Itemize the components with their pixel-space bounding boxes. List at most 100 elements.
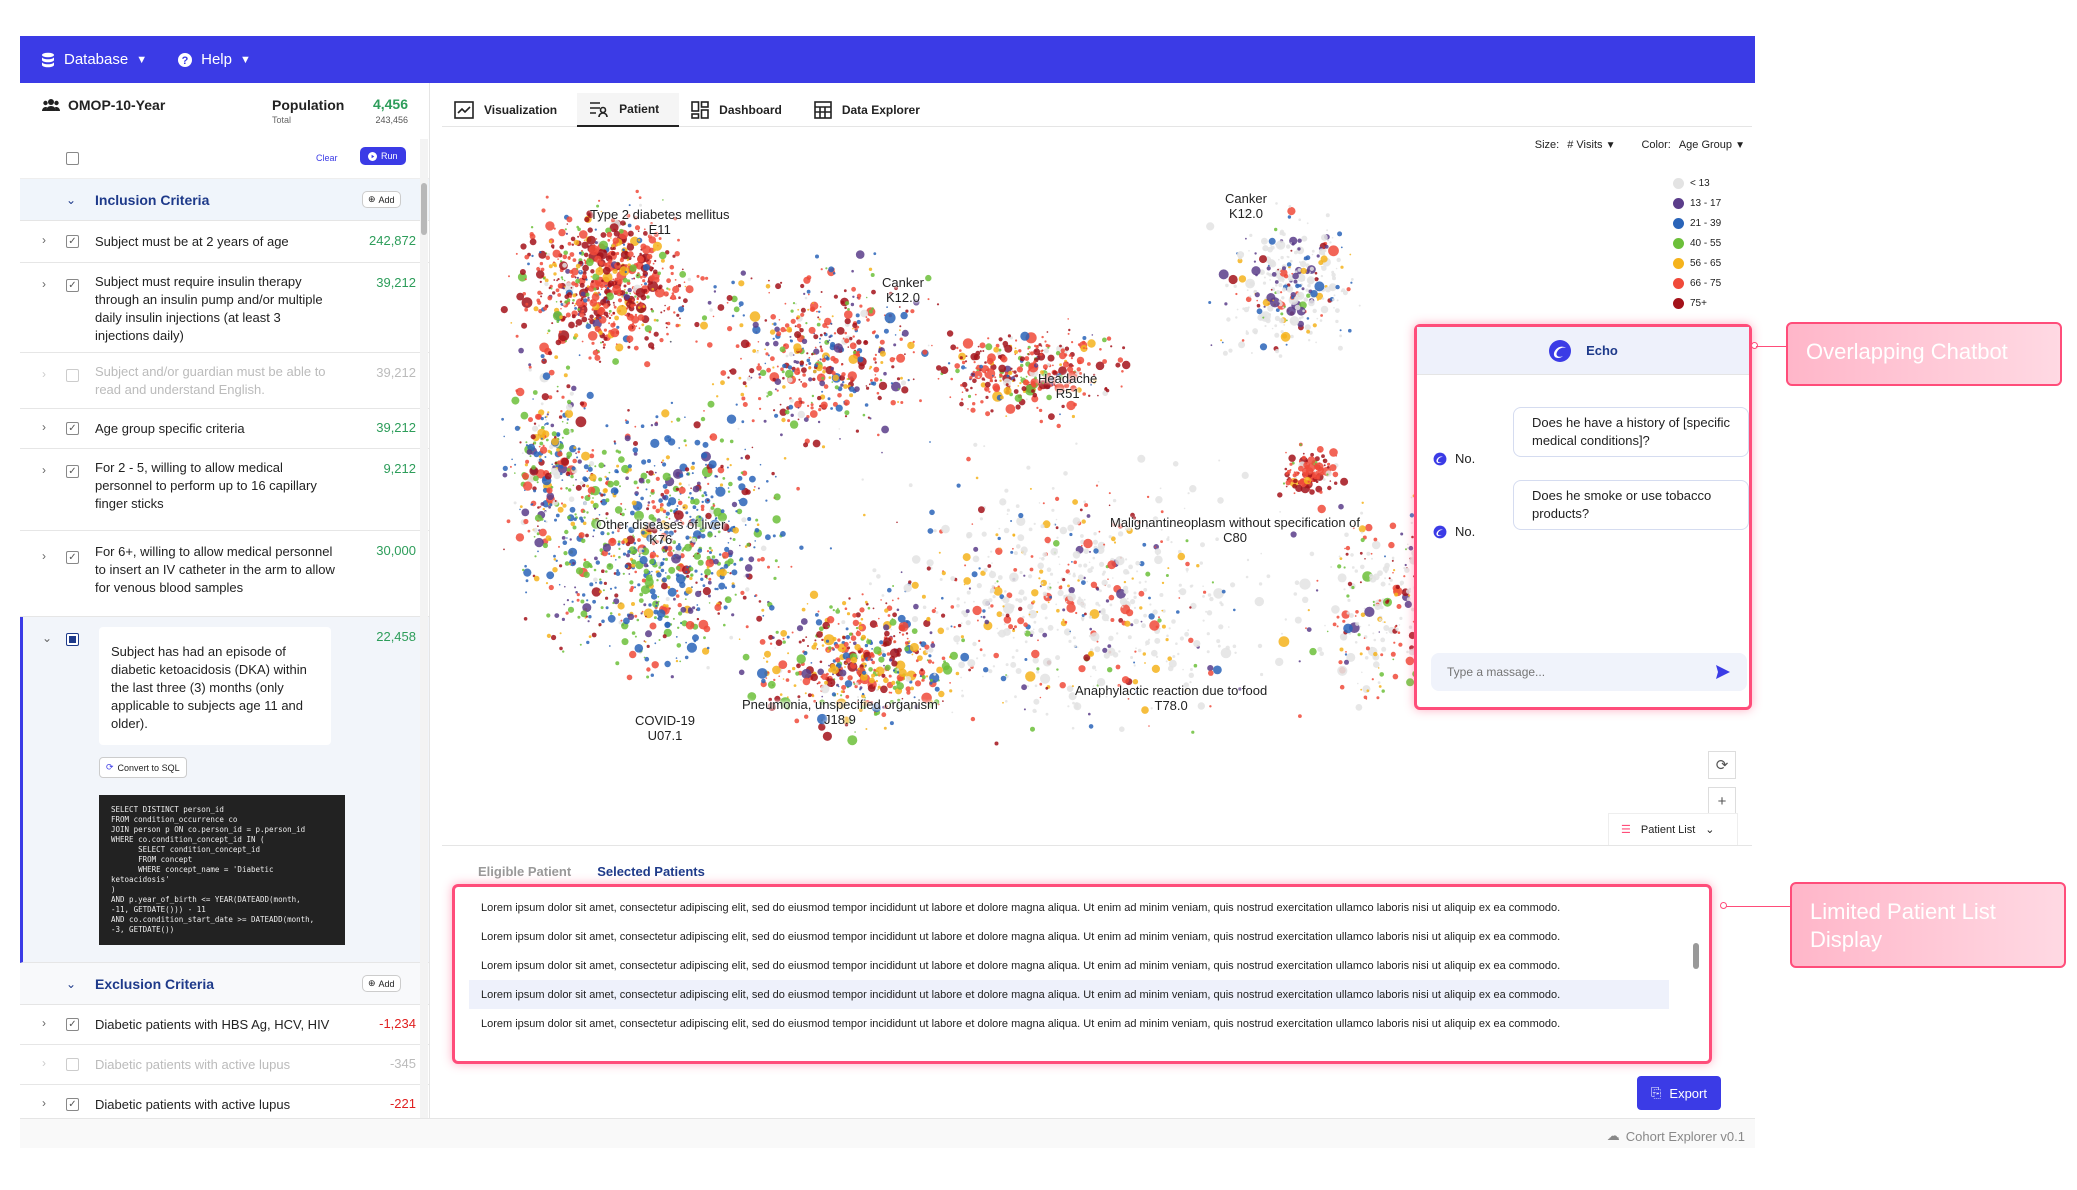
criteria-item[interactable]: › Subject and/or guardian must be able t… — [20, 353, 429, 409]
scatter-point — [1087, 362, 1091, 366]
convert-to-sql-button[interactable]: ⟳ Convert to SQL — [99, 757, 187, 778]
scatter-point — [563, 250, 568, 256]
color-select[interactable]: Color: Age Group ▼ — [1641, 139, 1745, 151]
clear-button[interactable]: Clear — [316, 153, 338, 163]
scatter-point — [894, 334, 897, 336]
criteria-checkbox[interactable] — [66, 422, 79, 435]
chevron-down-icon[interactable]: ⌄ — [42, 631, 52, 645]
criteria-item[interactable]: › Subject must require insulin therapy t… — [20, 263, 429, 353]
inclusion-header[interactable]: ⌄ Inclusion Criteria ⊕ Add — [20, 179, 429, 221]
answer-text: No. — [1455, 524, 1476, 539]
scatter-point — [589, 314, 594, 319]
tab-visualization[interactable]: Visualization — [442, 93, 577, 127]
chat-input[interactable] — [1447, 665, 1687, 679]
tab-selected-patients[interactable]: Selected Patients — [597, 864, 705, 879]
scatter-point — [784, 329, 787, 332]
scatter-point — [533, 527, 538, 533]
chevron-right-icon[interactable]: › — [42, 549, 46, 563]
list-item[interactable]: Lorem ipsum dolor sit amet, consectetur … — [469, 1009, 1669, 1038]
scatter-point — [880, 685, 888, 694]
chevron-right-icon[interactable]: › — [42, 1056, 46, 1070]
sidebar-scrollbar[interactable] — [420, 139, 428, 1118]
scatter-point — [598, 360, 602, 363]
scatter-point — [657, 595, 660, 598]
add-exclusion-button[interactable]: ⊕ Add — [362, 975, 401, 992]
scatter-point — [1291, 296, 1294, 300]
scatter-point — [539, 251, 542, 254]
add-inclusion-button[interactable]: ⊕ Add — [362, 191, 401, 208]
chevron-right-icon[interactable]: › — [42, 420, 46, 434]
list-item[interactable]: Lorem ipsum dolor sit amet, consectetur … — [469, 951, 1669, 980]
scatter-point — [1107, 560, 1117, 570]
criteria-checkbox[interactable] — [66, 369, 79, 382]
criteria-detail-card[interactable]: Subject has had an episode of diabetic k… — [99, 627, 331, 745]
scatter-point — [1122, 360, 1131, 370]
zoom-in-button[interactable]: + — [1708, 787, 1736, 815]
criteria-checkbox[interactable] — [66, 235, 79, 248]
criteria-checkbox[interactable] — [66, 1098, 79, 1111]
tab-eligible-patient[interactable]: Eligible Patient — [478, 864, 571, 879]
scatter-point — [1004, 590, 1007, 593]
criteria-item[interactable]: › Subject must be at 2 years of age 242,… — [20, 221, 429, 263]
scatter-point — [577, 450, 580, 454]
list-item[interactable]: Lorem ipsum dolor sit amet, consectetur … — [469, 980, 1669, 1009]
patient-list-scrollbar[interactable] — [1693, 943, 1699, 969]
scatter-point — [806, 289, 811, 294]
tab-data-explorer[interactable]: Data Explorer — [802, 93, 940, 127]
list-item[interactable]: Lorem ipsum dolor sit amet, consectetur … — [469, 922, 1669, 951]
scatter-point — [1002, 701, 1004, 704]
criteria-item[interactable]: › For 6+, willing to allow medical perso… — [20, 531, 429, 617]
scatter-point — [821, 638, 824, 642]
scatter-point — [1346, 594, 1350, 598]
scatter-point — [525, 302, 529, 306]
scatter-point — [588, 635, 592, 638]
size-select[interactable]: Size: # Visits ▼ — [1535, 139, 1616, 151]
chevron-right-icon[interactable]: › — [42, 463, 46, 477]
chevron-right-icon[interactable]: › — [42, 367, 46, 381]
scatter-point — [1294, 616, 1302, 624]
export-button[interactable]: ⎘ Export — [1637, 1076, 1721, 1110]
scatter-point — [528, 368, 532, 372]
patient-list-toggle[interactable]: ☰ Patient List ⌄ — [1608, 813, 1738, 845]
criteria-checkbox[interactable] — [66, 1058, 79, 1071]
list-item[interactable]: Lorem ipsum dolor sit amet, consectetur … — [469, 893, 1669, 922]
callout-patient-list: Limited Patient List Display — [1790, 882, 2066, 968]
criteria-item[interactable]: › Diabetic patients with HBS Ag, HCV, HI… — [20, 1005, 429, 1045]
criteria-item[interactable]: › For 2 - 5, willing to allow medical pe… — [20, 449, 429, 531]
tab-patient[interactable]: Patient — [577, 93, 680, 127]
scatter-point — [651, 570, 653, 573]
run-button[interactable]: Run — [360, 147, 406, 165]
reset-view-button[interactable]: ⟳ — [1708, 751, 1736, 779]
chevron-right-icon[interactable]: › — [42, 277, 46, 291]
chevron-right-icon[interactable]: › — [42, 1096, 46, 1110]
scatter-point — [554, 500, 557, 502]
criteria-checkbox[interactable] — [66, 1018, 79, 1031]
scatter-point — [707, 342, 713, 348]
scatter-point — [896, 608, 900, 612]
criteria-item[interactable]: › Diabetic patients with active lupus -2… — [20, 1085, 429, 1118]
criteria-checkbox[interactable] — [66, 633, 79, 646]
scatter-point — [815, 254, 819, 259]
chevron-right-icon[interactable]: › — [42, 233, 46, 247]
scatter-point — [715, 486, 726, 497]
criteria-item-selected[interactable]: ⌄ Subject has had an episode of diabetic… — [20, 617, 429, 963]
criteria-item[interactable]: › Diabetic patients with active lupus -3… — [20, 1045, 429, 1085]
tab-dashboard[interactable]: Dashboard — [679, 93, 802, 127]
chevron-right-icon[interactable]: › — [42, 1016, 46, 1030]
scatter-point — [658, 251, 667, 260]
scatter-point — [1161, 624, 1166, 629]
scatter-point — [808, 362, 812, 365]
send-icon[interactable] — [1715, 664, 1731, 680]
exclusion-header[interactable]: ⌄ Exclusion Criteria ⊕ Add — [20, 963, 429, 1005]
help-menu[interactable]: ? Help ▼ — [177, 51, 251, 68]
criteria-checkbox[interactable] — [66, 551, 79, 564]
sidebar-scrollbar-thumb[interactable] — [421, 183, 427, 235]
scatter-point — [825, 356, 830, 361]
scatter-point — [562, 254, 568, 260]
database-menu[interactable]: Database ▼ — [40, 51, 147, 68]
scatter-point — [1397, 631, 1401, 634]
criteria-item[interactable]: › Age group specific criteria 39,212 — [20, 409, 429, 449]
criteria-checkbox[interactable] — [66, 279, 79, 292]
select-all-checkbox[interactable] — [66, 152, 79, 165]
criteria-checkbox[interactable] — [66, 465, 79, 478]
